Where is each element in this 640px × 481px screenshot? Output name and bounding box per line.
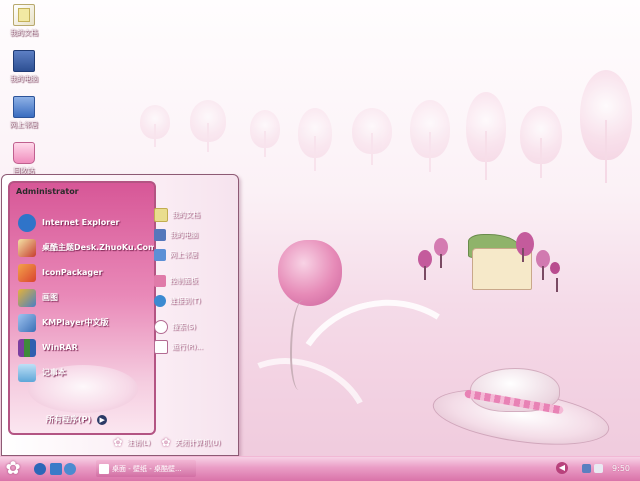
- menu-item-search[interactable]: 搜索(S): [154, 317, 236, 337]
- background-tree: [140, 105, 170, 148]
- flower-stem: [290, 300, 312, 390]
- menu-item-label: 连接到(T): [170, 297, 201, 305]
- desktop-icon-my-computer[interactable]: 我的电脑: [4, 50, 44, 84]
- theme-app-icon: [18, 238, 36, 257]
- flower-illustration: [278, 240, 342, 306]
- background-tree: [250, 110, 280, 158]
- background-tree: [410, 100, 450, 173]
- desktop-icon-my-documents[interactable]: 我的文档: [4, 4, 44, 38]
- cottage-scene: [412, 228, 562, 292]
- arrow-right-icon: ▶: [97, 414, 108, 425]
- cottage-tree: [550, 262, 560, 292]
- pinned-programs-list: Internet Explorer 桌酷主题Desk.ZhuoKu.Com Ic…: [10, 210, 154, 385]
- background-tree: [466, 92, 506, 180]
- menu-item-control-panel[interactable]: 控制面板: [154, 271, 236, 291]
- menu-item-network-places[interactable]: 网上邻居: [154, 245, 236, 265]
- taskbar-button-wallpaper-window[interactable]: 桌面 - 壁纸 - 桌酷壁...: [96, 460, 196, 477]
- shutdown-label: 关闭计算机(U): [175, 439, 221, 447]
- documents-folder-icon: [13, 4, 35, 26]
- menu-item-label: WinRAR: [42, 343, 78, 352]
- logoff-label: 注销(L): [127, 439, 151, 447]
- menu-item-my-documents[interactable]: 我的文档: [154, 205, 236, 225]
- start-menu: Administrator Internet Explorer 桌酷主题Desk…: [1, 174, 239, 456]
- control-panel-icon: [154, 275, 166, 287]
- network-icon: [154, 249, 166, 261]
- menu-item-connect-to[interactable]: 连接到(T): [154, 291, 236, 311]
- desktop-icon-label: 网上邻居: [10, 121, 38, 129]
- menu-item-label: 我的电脑: [170, 231, 198, 239]
- menu-item-label: Internet Explorer: [42, 218, 120, 227]
- cottage-tree: [516, 232, 534, 262]
- menu-item-label: 画图: [42, 293, 58, 302]
- flower-start-icon: ✿: [5, 458, 21, 479]
- background-tree: [580, 70, 632, 183]
- cottage-tree: [434, 238, 448, 268]
- background-tree: [298, 108, 332, 171]
- desktop-quicklaunch-icon[interactable]: [50, 463, 62, 475]
- desktop-icon-network-places[interactable]: 网上邻居: [4, 96, 44, 130]
- my-computer-icon: [154, 229, 166, 241]
- menu-item-label: 桌酷主题Desk.ZhuoKu.Com: [42, 243, 156, 252]
- search-icon: [154, 320, 168, 334]
- all-programs-label: 所有程序(P): [46, 415, 92, 424]
- system-tray: ◀ 9:50: [556, 458, 640, 480]
- ie-quicklaunch-icon[interactable]: [34, 463, 46, 475]
- user-name: Administrator: [16, 187, 79, 196]
- menu-item-winrar[interactable]: WinRAR: [10, 335, 154, 360]
- network-tray-icon[interactable]: [582, 464, 591, 473]
- background-tree: [190, 100, 226, 153]
- start-button[interactable]: ✿: [2, 458, 24, 480]
- computer-icon: [13, 50, 35, 72]
- menu-item-label: 控制面板: [170, 277, 198, 285]
- window-icon: [99, 463, 109, 474]
- shutdown-button[interactable]: ✿ 关闭计算机(U): [160, 436, 221, 449]
- menu-item-iconpackager[interactable]: IconPackager: [10, 260, 154, 285]
- paint-icon: [18, 288, 36, 307]
- internet-explorer-icon: [18, 213, 36, 232]
- start-menu-places-pane: 我的文档 我的电脑 网上邻居 控制面板 连接到(T) 搜索(S) 运行(R)..…: [154, 205, 236, 357]
- cottage-tree: [418, 250, 432, 280]
- clock: 9:50: [612, 464, 630, 473]
- logoff-button[interactable]: ✿ 注销(L): [112, 437, 150, 449]
- notepad-icon: [18, 363, 36, 382]
- menu-item-kmplayer[interactable]: KMPlayer中文版: [10, 310, 154, 335]
- cottage-tree: [536, 250, 550, 280]
- menu-item-my-computer[interactable]: 我的电脑: [154, 225, 236, 245]
- desktop-icon-label: 我的电脑: [10, 75, 38, 83]
- menu-item-internet-explorer[interactable]: Internet Explorer: [10, 210, 154, 235]
- background-tree: [520, 106, 562, 179]
- kmplayer-icon: [18, 313, 36, 332]
- chevron-left-icon[interactable]: ◀: [556, 462, 568, 474]
- menu-item-label: 运行(R)...: [172, 343, 204, 351]
- flower-shutdown-icon: ✿: [161, 436, 171, 449]
- volume-tray-icon[interactable]: [594, 464, 603, 473]
- winrar-icon: [18, 338, 36, 357]
- menu-item-label: 搜索(S): [172, 323, 196, 331]
- menu-item-notepad[interactable]: 记事本: [10, 360, 154, 385]
- iconpackager-icon: [18, 263, 36, 282]
- menu-item-label: 网上邻居: [170, 251, 198, 259]
- menu-item-paint[interactable]: 画图: [10, 285, 154, 310]
- all-programs-button[interactable]: 所有程序(P) ▶: [46, 414, 108, 425]
- run-icon: [154, 340, 168, 354]
- menu-item-label: 我的文档: [172, 211, 200, 219]
- browser-quicklaunch-icon[interactable]: [64, 463, 76, 475]
- menu-item-label: IconPackager: [42, 268, 103, 277]
- background-tree: [352, 108, 392, 166]
- taskbar: ✿ 桌面 - 壁纸 - 桌酷壁... ◀ 9:50: [0, 456, 640, 481]
- start-menu-footer: ✿ 注销(L) ✿ 关闭计算机(U): [2, 435, 238, 453]
- menu-item-label: KMPlayer中文版: [42, 318, 109, 327]
- desktop-icon-recycle-bin[interactable]: 回收站: [4, 142, 44, 176]
- connect-to-icon: [154, 295, 166, 307]
- menu-item-zhuoku-theme[interactable]: 桌酷主题Desk.ZhuoKu.Com: [10, 235, 154, 260]
- documents-icon: [154, 208, 168, 222]
- start-menu-programs-pane: Administrator Internet Explorer 桌酷主题Desk…: [8, 181, 156, 435]
- menu-item-label: 记事本: [42, 368, 66, 377]
- menu-item-run[interactable]: 运行(R)...: [154, 337, 236, 357]
- desktop-icon-label: 我的文档: [10, 29, 38, 37]
- flower-logoff-icon: ✿: [113, 436, 123, 449]
- network-places-icon: [13, 96, 35, 118]
- recycle-bin-icon: [13, 142, 35, 164]
- task-label: 桌面 - 壁纸 - 桌酷壁...: [112, 464, 182, 473]
